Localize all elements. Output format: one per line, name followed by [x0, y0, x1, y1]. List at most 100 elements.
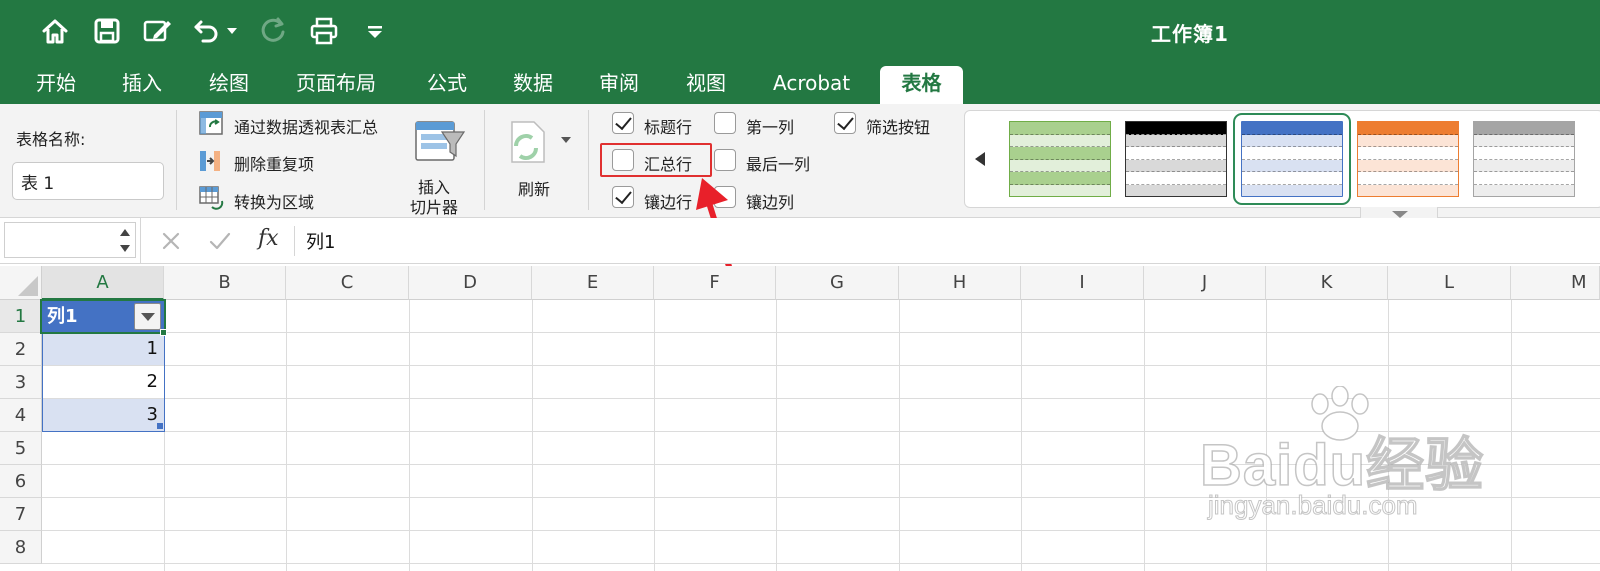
baidu-watermark: Baidu经验 jingyan.baidu.com: [1199, 386, 1500, 540]
worksheet-grid[interactable]: A B C D E F G H I J K L M 1 2 3 4 5 6 7 …: [0, 266, 1600, 571]
pivot-summarize-button[interactable]: 通过数据透视表汇总: [234, 114, 378, 138]
column-header-j[interactable]: J: [1144, 266, 1266, 300]
tab-view[interactable]: 视图: [686, 68, 726, 102]
enter-icon[interactable]: [208, 230, 232, 256]
print-icon[interactable]: [307, 14, 341, 48]
table-header-text: 列1: [47, 306, 78, 327]
remove-duplicates-button[interactable]: 删除重复项: [234, 151, 314, 175]
tab-formulas[interactable]: 公式: [427, 68, 467, 102]
banded-rows-label: 镶边行: [644, 193, 693, 212]
table-name-input[interactable]: [12, 162, 164, 200]
redo-icon: [256, 14, 290, 48]
undo-icon[interactable]: [190, 14, 224, 48]
refresh-icon: [502, 118, 554, 166]
home-icon[interactable]: [38, 14, 72, 48]
select-all-corner[interactable]: [0, 266, 42, 300]
cancel-icon[interactable]: [160, 230, 182, 256]
banded-rows-checkbox[interactable]: [612, 186, 634, 208]
gridline: [1021, 300, 1022, 571]
tab-insert[interactable]: 插入: [122, 68, 162, 102]
first-column-checkbox[interactable]: [714, 112, 736, 134]
row-header-7[interactable]: 7: [0, 498, 42, 531]
column-header-g[interactable]: G: [776, 266, 899, 300]
column-header-a[interactable]: A: [42, 266, 164, 300]
slicer-icon: [414, 118, 466, 166]
ribbon-divider: [588, 110, 589, 210]
table-style-gallery: [964, 110, 1600, 208]
edit-icon[interactable]: [140, 14, 174, 48]
row-header-3[interactable]: 3: [0, 366, 42, 399]
column-header-k[interactable]: K: [1266, 266, 1388, 300]
title-bar: 工作簿1 开始 插入 绘图 页面布局 公式 数据 审阅 视图 Acrobat 表…: [0, 0, 1600, 104]
tab-table[interactable]: 表格: [880, 66, 963, 104]
row-header-8[interactable]: 8: [0, 531, 42, 564]
table-cell-a3[interactable]: 2: [43, 366, 164, 398]
column-header-f[interactable]: F: [654, 266, 776, 300]
table-cell-a2[interactable]: 1: [43, 333, 164, 365]
gridline: [42, 497, 1600, 498]
table-resize-handle[interactable]: [157, 423, 163, 429]
gridline: [899, 300, 900, 571]
gridline: [532, 300, 533, 571]
gridline: [1266, 300, 1267, 571]
name-box[interactable]: [4, 222, 136, 258]
tab-data[interactable]: 数据: [513, 68, 553, 102]
refresh-button[interactable]: 刷新: [518, 176, 550, 200]
refresh-chevron-down-icon[interactable]: [560, 130, 572, 143]
last-column-label: 最后一列: [746, 155, 811, 174]
gridline: [164, 300, 165, 571]
table-cell-a4[interactable]: 3: [43, 399, 164, 431]
name-box-stepper-icon[interactable]: [118, 226, 132, 256]
pivot-table-icon: [198, 110, 224, 136]
ribbon-divider: [484, 110, 485, 210]
gridline: [42, 464, 1600, 465]
convert-to-range-button[interactable]: 转换为区域: [234, 189, 314, 213]
column-header-c[interactable]: C: [286, 266, 409, 300]
table-style-green[interactable]: [1009, 121, 1111, 197]
column-header-i[interactable]: I: [1021, 266, 1144, 300]
row-header-5[interactable]: 5: [0, 432, 42, 465]
gallery-prev-icon[interactable]: [973, 151, 987, 167]
row-header-2[interactable]: 2: [0, 333, 42, 366]
last-column-checkbox[interactable]: [714, 149, 736, 171]
column-header-e[interactable]: E: [532, 266, 654, 300]
customize-icon[interactable]: [358, 14, 392, 48]
insert-function-button[interactable]: fx: [258, 226, 279, 251]
column-header-m[interactable]: M: [1511, 266, 1600, 300]
fill-handle[interactable]: [160, 329, 167, 336]
filter-button-checkbox[interactable]: [834, 112, 856, 134]
remove-duplicates-icon: [198, 148, 224, 174]
tab-draw[interactable]: 绘图: [209, 68, 249, 102]
tab-page-layout[interactable]: 页面布局: [296, 68, 376, 102]
tab-home[interactable]: 开始: [36, 68, 76, 102]
save-icon[interactable]: [90, 14, 124, 48]
undo-dropdown-chevron-icon[interactable]: [222, 14, 242, 48]
total-row-highlight: [600, 143, 712, 177]
filter-button-label: 筛选按钮: [866, 118, 931, 137]
table-style-orange[interactable]: [1357, 121, 1459, 197]
filter-dropdown-button[interactable]: [134, 303, 161, 330]
tab-review[interactable]: 审阅: [599, 68, 639, 102]
formula-divider: [140, 218, 141, 264]
row-header-4[interactable]: 4: [0, 399, 42, 432]
column-header-b[interactable]: B: [164, 266, 286, 300]
header-row-checkbox[interactable]: [612, 112, 634, 134]
formula-input[interactable]: 列1: [306, 228, 335, 254]
row-header-1[interactable]: 1: [0, 300, 42, 333]
column-header-l[interactable]: L: [1388, 266, 1511, 300]
table-style-blue[interactable]: [1233, 113, 1351, 205]
row-header-6[interactable]: 6: [0, 465, 42, 498]
tab-acrobat[interactable]: Acrobat: [773, 68, 850, 102]
column-header-h[interactable]: H: [899, 266, 1021, 300]
formula-bar: fx 列1: [0, 218, 1600, 264]
gridline: [42, 365, 1600, 366]
table-name-label: 表格名称:: [16, 130, 86, 149]
convert-to-range-icon: [198, 185, 224, 211]
table-style-dark[interactable]: [1125, 121, 1227, 197]
column-header-d[interactable]: D: [409, 266, 532, 300]
table-style-gray[interactable]: [1473, 121, 1575, 197]
insert-slicer-button-line2[interactable]: 切片器: [410, 194, 458, 218]
gridline: [42, 530, 1600, 531]
gridline: [1511, 300, 1512, 571]
gridline: [286, 300, 287, 571]
